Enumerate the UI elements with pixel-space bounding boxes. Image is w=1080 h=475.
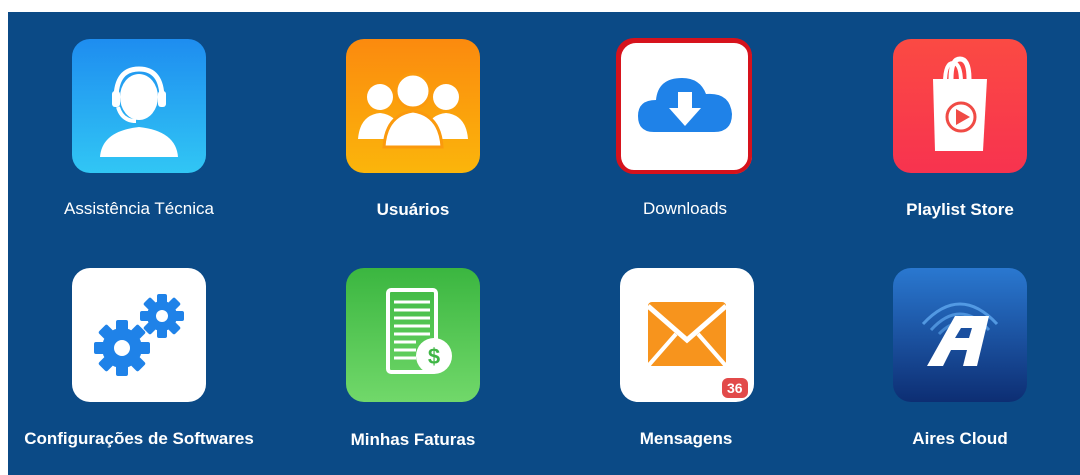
users-group-icon[interactable] bbox=[346, 39, 480, 173]
app-label: Minhas Faturas bbox=[350, 430, 476, 449]
app-label: Aires Cloud bbox=[912, 429, 1008, 448]
apps-panel: Assistência Técnica Usuários Downloads P… bbox=[8, 12, 1080, 475]
app-label: Playlist Store bbox=[906, 200, 1014, 219]
app-label: Configurações de Softwares bbox=[24, 429, 254, 448]
app-label: Assistência Técnica bbox=[64, 199, 214, 218]
shopping-bag-play-icon[interactable] bbox=[893, 39, 1027, 173]
app-label: Usuários bbox=[376, 200, 450, 219]
aires-logo-icon[interactable] bbox=[893, 268, 1027, 402]
app-label: Downloads bbox=[642, 199, 728, 218]
headset-user-icon[interactable] bbox=[72, 39, 206, 173]
selected-outline bbox=[616, 38, 752, 174]
invoice-dollar-icon[interactable]: $ bbox=[346, 268, 480, 402]
svg-text:$: $ bbox=[428, 344, 440, 369]
gears-icon[interactable] bbox=[72, 268, 206, 402]
unread-count-badge: 36 bbox=[722, 378, 748, 398]
app-label: Mensagens bbox=[639, 429, 733, 448]
